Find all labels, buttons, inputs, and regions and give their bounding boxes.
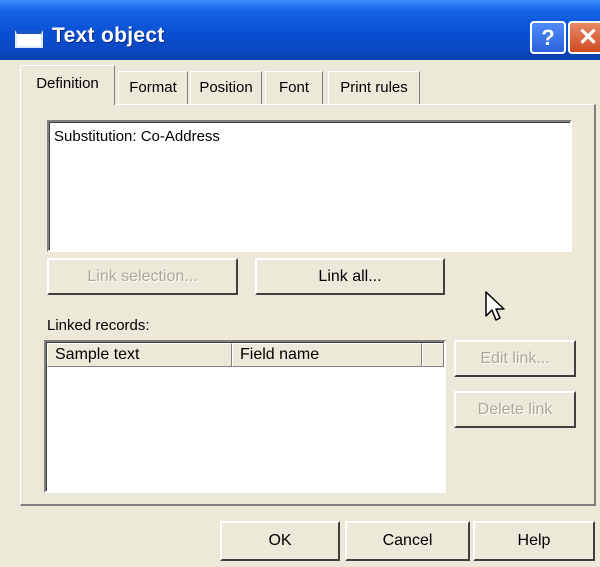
column-header-filler [422,343,444,367]
linked-records-list[interactable]: Sample text Field name [44,340,446,493]
title-help-button[interactable]: ? [530,21,566,54]
tab-print-rules[interactable]: Print rules [328,71,420,104]
delete-link-button[interactable]: Delete link [454,391,576,428]
column-header-sample-text[interactable]: Sample text [47,343,232,367]
linked-records-label: Linked records: [47,317,150,334]
definition-textarea[interactable]: Substitution: Co-Address [47,120,572,252]
link-selection-button[interactable]: Link selection... [47,258,238,295]
mouse-pointer-icon [485,291,505,321]
tab-definition[interactable]: Definition [20,65,115,105]
column-header-field-name[interactable]: Field name [232,343,422,367]
link-all-button[interactable]: Link all... [255,258,445,295]
tab-position[interactable]: Position [190,71,262,104]
cancel-button[interactable]: Cancel [345,521,470,561]
title-close-button[interactable]: ✕ [568,21,600,54]
help-button[interactable]: Help [473,521,595,561]
window-icon [15,30,43,48]
tab-format[interactable]: Format [118,71,188,104]
edit-link-button[interactable]: Edit link... [454,340,576,377]
tab-font[interactable]: Font [265,71,323,104]
window-title: Text object [52,24,165,47]
ok-button[interactable]: OK [220,521,340,561]
